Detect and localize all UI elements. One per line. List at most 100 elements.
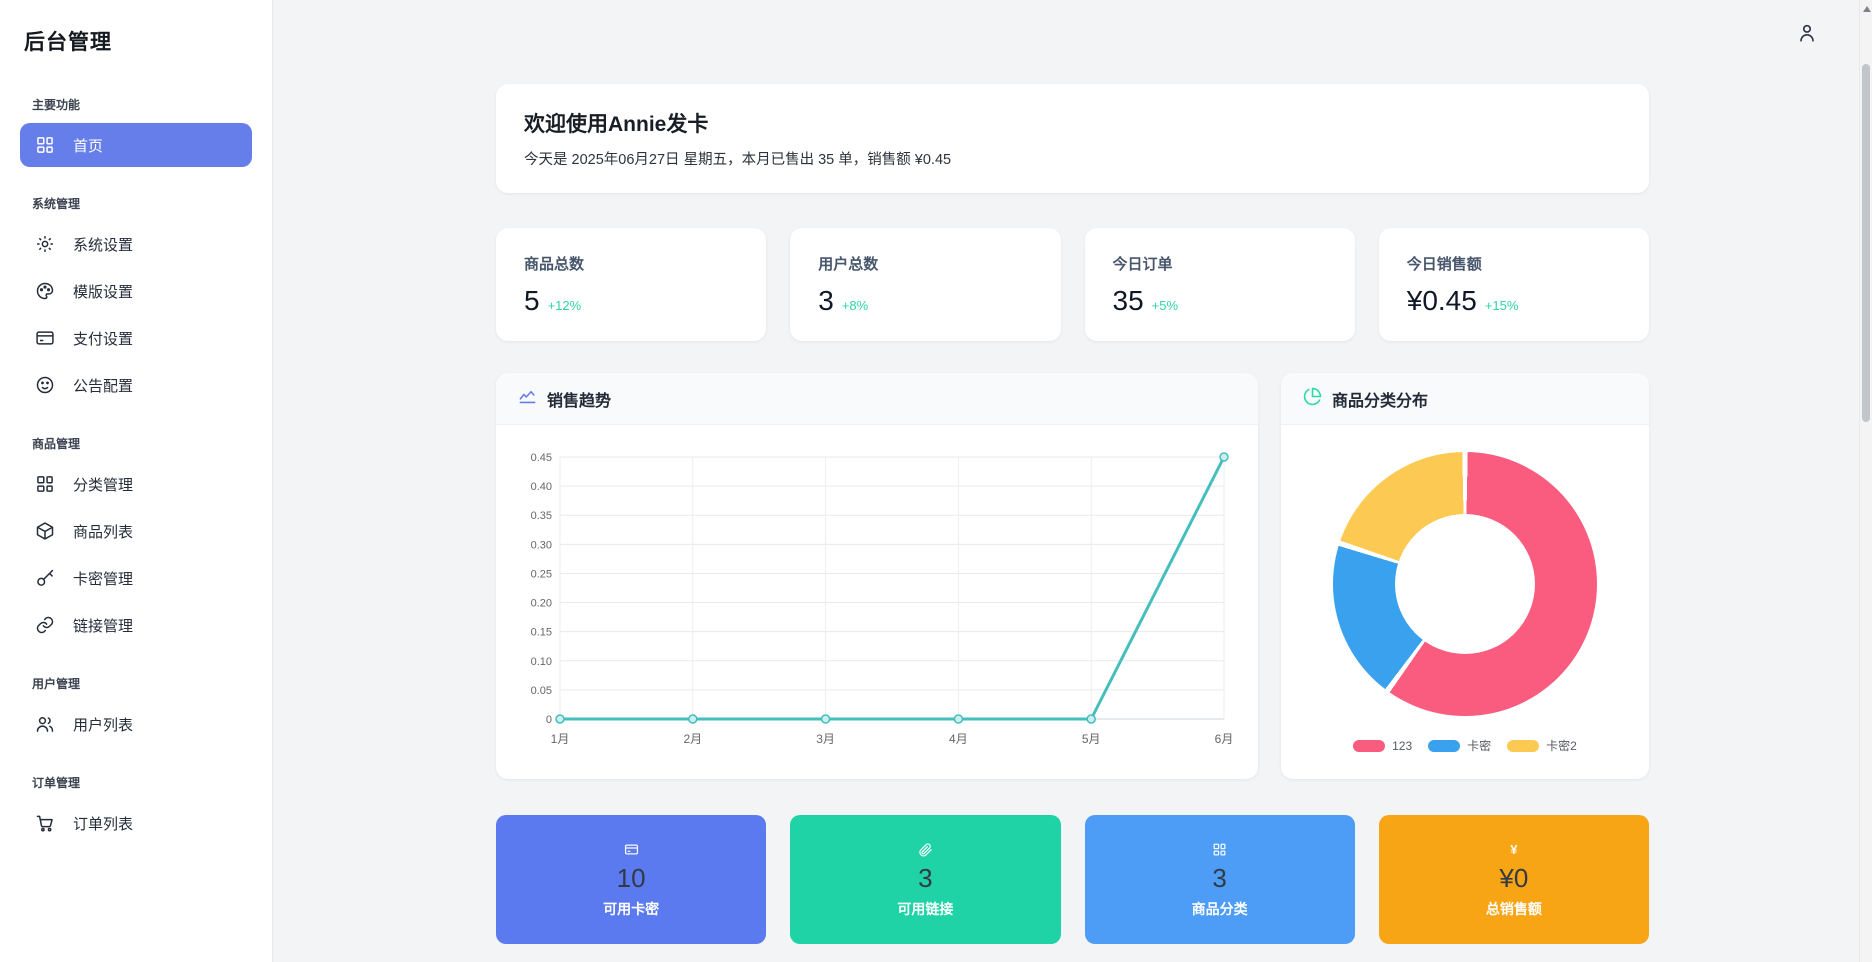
stat-value: 3: [818, 285, 834, 316]
svg-text:0.45: 0.45: [531, 452, 552, 464]
stat-card-products: 商品总数 5 +12%: [496, 228, 767, 341]
summary-label: 总销售额: [1485, 900, 1542, 917]
nav-section-orders: 订单管理: [32, 776, 81, 790]
sidebar-item-label: 模版设置: [73, 283, 134, 301]
summary-row: 10 可用卡密 3 可用链接 3 商品分类 ¥ ¥0 总销售额: [496, 815, 1649, 944]
line-chart-icon: [518, 387, 537, 411]
svg-text:0.25: 0.25: [531, 568, 552, 580]
svg-text:3月: 3月: [816, 732, 835, 746]
user-icon[interactable]: [1796, 22, 1818, 49]
stat-card-sales-today: 今日销售额 ¥0.45 +15%: [1378, 228, 1649, 341]
sales-trend-chart-card: 销售趋势 0 0.05 0.10 0.15 0.20 0.25 0.30 0.35 0.40 0.…: [496, 373, 1258, 779]
category-distribution-title: 商品分类分布: [1332, 392, 1429, 410]
sidebar-item-link-management[interactable]: 链接管理: [20, 603, 252, 647]
svg-text:2月: 2月: [683, 732, 702, 746]
sidebar-item-template-settings[interactable]: 模版设置: [20, 269, 252, 313]
legend-item: 卡密2: [1507, 737, 1577, 754]
svg-text:0.30: 0.30: [531, 539, 552, 551]
sidebar: 后台管理 主要功能 首页 系统管理 系统设置 模版设置 支付设置 公告配置 商品…: [0, 0, 273, 962]
stat-label: 商品总数: [524, 256, 585, 273]
svg-text:6月: 6月: [1215, 732, 1234, 746]
sidebar-item-system-settings[interactable]: 系统设置: [20, 222, 252, 266]
sidebar-item-user-list[interactable]: 用户列表: [20, 702, 252, 746]
stat-value: ¥0.45: [1406, 285, 1477, 316]
stat-card-users: 用户总数 3 +8%: [790, 228, 1061, 341]
grid-icon: [35, 135, 55, 155]
summary-value: ¥0: [1499, 862, 1529, 893]
svg-text:1月: 1月: [551, 732, 570, 746]
scroll-up-icon[interactable]: [1863, 6, 1871, 12]
sidebar-item-payment-settings[interactable]: 支付设置: [20, 316, 252, 360]
svg-text:0: 0: [546, 714, 552, 726]
svg-text:0.35: 0.35: [531, 510, 552, 522]
sidebar-item-label: 链接管理: [73, 617, 134, 635]
sales-trend-title: 销售趋势: [547, 392, 612, 410]
svg-text:0.10: 0.10: [531, 656, 552, 668]
summary-card-total-sales: ¥ ¥0 总销售额: [1378, 815, 1649, 944]
sidebar-item-label: 卡密管理: [73, 570, 134, 588]
sidebar-item-order-list[interactable]: 订单列表: [20, 801, 252, 845]
summary-label: 可用卡密: [603, 900, 660, 917]
nav-section-products: 商品管理: [32, 437, 81, 451]
category-distribution-card: 商品分类分布 123 卡密 卡密2: [1281, 373, 1649, 779]
admin-dashboard: 后台管理 主要功能 首页 系统管理 系统设置 模版设置 支付设置 公告配置 商品…: [0, 0, 1872, 962]
donut-chart: [1333, 452, 1597, 716]
charts-row: 销售趋势 0 0.05 0.10 0.15 0.20 0.25 0.30 0.35 0.40 0.…: [496, 373, 1649, 779]
link-icon: [35, 615, 55, 635]
legend-swatch: [1353, 739, 1386, 752]
svg-text:5月: 5月: [1082, 732, 1101, 746]
svg-text:4月: 4月: [949, 732, 968, 746]
stat-label: 今日订单: [1112, 256, 1173, 273]
sidebar-item-category-management[interactable]: 分类管理: [20, 462, 252, 506]
vertical-scrollbar[interactable]: [1859, 0, 1872, 962]
gear-icon: [35, 234, 55, 254]
nav-section-system: 系统管理: [32, 197, 81, 211]
stat-card-orders-today: 今日订单 35 +5%: [1084, 228, 1355, 341]
summary-value: 10: [616, 862, 646, 893]
stat-change-badge: +5%: [1151, 298, 1179, 313]
legend-item: 卡密: [1428, 737, 1491, 754]
sales-trend-header: 销售趋势: [496, 373, 1258, 425]
summary-value: 3: [1212, 862, 1227, 893]
sidebar-item-label: 分类管理: [73, 476, 134, 494]
sidebar-item-label: 系统设置: [73, 236, 134, 254]
welcome-card: 欢迎使用Annie发卡 今天是 2025年06月27日 星期五，本月已售出 35…: [496, 84, 1649, 193]
sidebar-item-label: 商品列表: [73, 523, 134, 541]
legend-label: 123: [1392, 738, 1413, 753]
scrollbar-thumb[interactable]: [1862, 64, 1870, 422]
key-icon: [35, 568, 55, 588]
sidebar-nav: 主要功能 首页 系统管理 系统设置 模版设置 支付设置 公告配置 商品管理 分类…: [0, 96, 272, 845]
legend-label: 卡密: [1467, 739, 1492, 753]
svg-text:0.20: 0.20: [531, 598, 552, 610]
sales-trend-chart: 0 0.05 0.10 0.15 0.20 0.25 0.30 0.35 0.40 0.45 1月 2…: [496, 427, 1258, 767]
sidebar-item-label: 支付设置: [73, 330, 134, 348]
svg-text:0.15: 0.15: [531, 627, 552, 639]
sidebar-item-product-list[interactable]: 商品列表: [20, 509, 252, 553]
sidebar-item-announcement-config[interactable]: 公告配置: [20, 363, 252, 407]
yen-icon: ¥: [1510, 841, 1518, 857]
main-area: 欢迎使用Annie发卡 今天是 2025年06月27日 星期五，本月已售出 35…: [273, 0, 1872, 962]
summary-card-categories: 3 商品分类: [1084, 815, 1355, 944]
app-title: 后台管理: [24, 31, 112, 54]
grid-icon: [1212, 841, 1227, 858]
summary-card-available-links: 3 可用链接: [790, 815, 1061, 944]
dashboard-content: 欢迎使用Annie发卡 今天是 2025年06月27日 星期五，本月已售出 35…: [496, 0, 1649, 944]
paperclip-icon: [918, 841, 933, 858]
smiley-icon: [35, 375, 55, 395]
legend-item: 123: [1353, 739, 1412, 753]
svg-text:0.05: 0.05: [531, 685, 552, 697]
credit-card-icon: [35, 328, 55, 348]
sidebar-item-card-key-management[interactable]: 卡密管理: [20, 556, 252, 600]
sidebar-item-label: 首页: [73, 137, 104, 155]
sidebar-item-home[interactable]: 首页: [20, 123, 252, 167]
summary-card-available-keys: 10 可用卡密: [496, 815, 767, 944]
stat-change-badge: +15%: [1484, 298, 1519, 313]
stat-value: 5: [524, 285, 540, 316]
sidebar-item-label: 公告配置: [73, 377, 134, 395]
welcome-subtitle: 今天是 2025年06月27日 星期五，本月已售出 35 单，销售额 ¥0.45: [524, 152, 952, 168]
category-distribution-header: 商品分类分布: [1281, 373, 1649, 425]
summary-label: 商品分类: [1191, 900, 1248, 917]
nav-section-users: 用户管理: [32, 677, 81, 691]
stat-label: 今日销售额: [1406, 256, 1482, 273]
legend-swatch: [1428, 739, 1461, 752]
